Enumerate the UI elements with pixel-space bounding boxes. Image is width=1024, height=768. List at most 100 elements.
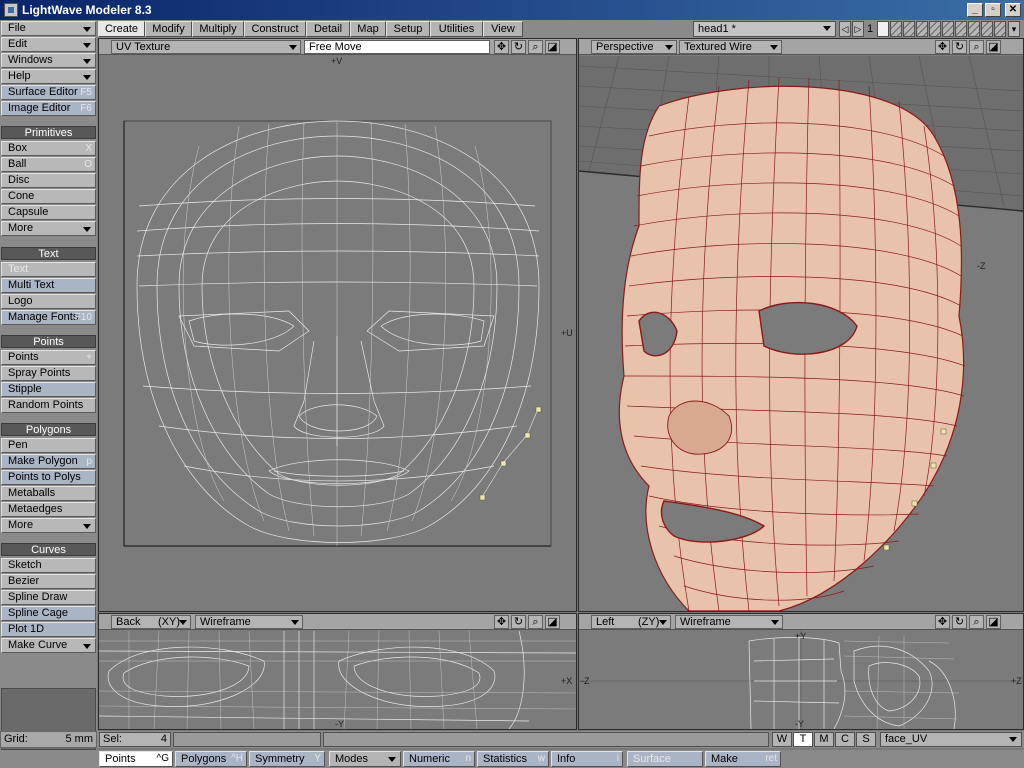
- layer-bank-button[interactable]: ▾: [1008, 21, 1020, 37]
- zoom-view-icon[interactable]: ⌕: [528, 615, 543, 629]
- vertex-map-select[interactable]: face_UV: [880, 732, 1022, 747]
- help-menu[interactable]: Help: [1, 69, 96, 84]
- minimize-button[interactable]: _: [967, 3, 983, 17]
- tab-create[interactable]: Create: [98, 21, 145, 37]
- spline-draw-tool[interactable]: Spline Draw: [1, 590, 96, 605]
- zoom-view-icon[interactable]: ⌕: [528, 40, 543, 54]
- plot-1d-tool[interactable]: Plot 1D: [1, 622, 96, 637]
- bezier-tool[interactable]: Bezier: [1, 574, 96, 589]
- windows-menu[interactable]: Windows: [1, 53, 96, 68]
- maximize-viewport-icon[interactable]: ◪: [545, 615, 560, 629]
- numeric-button[interactable]: Numeric n: [403, 751, 475, 767]
- spray-points-tool[interactable]: Spray Points: [1, 366, 96, 381]
- tab-detail[interactable]: Detail: [306, 21, 350, 37]
- maximize-viewport-icon[interactable]: ◪: [986, 40, 1001, 54]
- view-type-select[interactable]: Perspective: [591, 40, 677, 54]
- move-view-icon[interactable]: ✥: [935, 615, 950, 629]
- metaballs-tool[interactable]: Metaballs: [1, 486, 96, 501]
- maximize-viewport-icon[interactable]: ◪: [545, 40, 560, 54]
- layer-2-slot[interactable]: [890, 21, 902, 37]
- render-style-select[interactable]: Wireframe: [195, 615, 303, 629]
- manage-fonts-button[interactable]: Manage Fonts F10: [1, 310, 96, 325]
- statistics-button[interactable]: Statistics w: [477, 751, 549, 767]
- multi-text-tool[interactable]: Multi Text: [1, 278, 96, 293]
- symmetry-toggle[interactable]: Symmetry Y: [249, 751, 325, 767]
- make-curve-menu[interactable]: Make Curve: [1, 638, 96, 653]
- viewport-type-select[interactable]: UV Texture: [111, 40, 301, 54]
- modes-menu[interactable]: Modes: [329, 751, 401, 767]
- layer-5-slot[interactable]: [929, 21, 941, 37]
- layer-8-slot[interactable]: [968, 21, 980, 37]
- make-button[interactable]: Make ret: [705, 751, 781, 767]
- render-style-select[interactable]: Wireframe: [675, 615, 783, 629]
- back-viewport[interactable]: Back (XY) Wireframe ✥ ↻ ⌕ ◪ +X -Y: [98, 613, 577, 730]
- tab-multiply[interactable]: Multiply: [192, 21, 244, 37]
- layer-7-slot[interactable]: [955, 21, 967, 37]
- rotate-view-icon[interactable]: ↻: [952, 615, 967, 629]
- tab-utilities[interactable]: Utilities: [430, 21, 483, 37]
- layer-1-slot[interactable]: [877, 21, 889, 37]
- polygons-mode-button[interactable]: Polygons ^H: [175, 751, 247, 767]
- uv-texture-viewport[interactable]: UV Texture Free Move ✥ ↻ ⌕ ◪ +V +U: [98, 38, 577, 612]
- edit-menu[interactable]: Edit: [1, 37, 96, 52]
- left-canvas[interactable]: -Z +Z +Y -Y: [579, 631, 1023, 729]
- image-editor-button[interactable]: Image Editor F6: [1, 101, 96, 116]
- render-style-select[interactable]: Textured Wire: [679, 40, 782, 54]
- points-tool[interactable]: Points +: [1, 350, 96, 365]
- capsule-tool[interactable]: Capsule: [1, 205, 96, 220]
- move-view-icon[interactable]: ✥: [494, 615, 509, 629]
- pen-tool[interactable]: Pen: [1, 438, 96, 453]
- next-layer-button[interactable]: ▷: [852, 21, 864, 37]
- uv-canvas[interactable]: +V +U: [99, 56, 576, 611]
- cone-tool[interactable]: Cone: [1, 189, 96, 204]
- surface-button[interactable]: Surface: [627, 751, 703, 767]
- close-button[interactable]: ✕: [1005, 3, 1021, 17]
- rotate-view-icon[interactable]: ↻: [511, 40, 526, 54]
- file-menu[interactable]: File: [1, 21, 96, 36]
- layer-4-slot[interactable]: [916, 21, 928, 37]
- text-tool[interactable]: Text: [1, 262, 96, 277]
- prev-layer-button[interactable]: ◁: [839, 21, 851, 37]
- polygons-more-menu[interactable]: More: [1, 518, 96, 533]
- disc-tool[interactable]: Disc: [1, 173, 96, 188]
- logo-tool[interactable]: Logo: [1, 294, 96, 309]
- tab-map[interactable]: Map: [350, 21, 386, 37]
- zoom-view-icon[interactable]: ⌕: [969, 40, 984, 54]
- texture-map-button[interactable]: T: [793, 732, 813, 747]
- view-type-select[interactable]: Left (ZY): [591, 615, 671, 629]
- tab-setup[interactable]: Setup: [386, 21, 430, 37]
- layer-10-slot[interactable]: [994, 21, 1006, 37]
- back-canvas[interactable]: +X -Y: [99, 630, 576, 729]
- ball-tool[interactable]: Ball O: [1, 157, 96, 172]
- stipple-tool[interactable]: Stipple: [1, 382, 96, 397]
- maximize-viewport-icon[interactable]: ◪: [986, 615, 1001, 629]
- spline-cage-tool[interactable]: Spline Cage: [1, 606, 96, 621]
- tab-modify[interactable]: Modify: [145, 21, 192, 37]
- rotate-view-icon[interactable]: ↻: [952, 40, 967, 54]
- color-map-button[interactable]: C: [835, 732, 855, 747]
- surface-editor-button[interactable]: Surface Editor F5: [1, 85, 96, 100]
- sketch-tool[interactable]: Sketch: [1, 558, 96, 573]
- points-mode-button[interactable]: Points ^G: [99, 751, 173, 767]
- box-tool[interactable]: Box X: [1, 141, 96, 156]
- perspective-viewport[interactable]: Perspective Textured Wire ✥ ↻ ⌕ ◪ -Z: [578, 38, 1024, 612]
- left-viewport[interactable]: Left (ZY) Wireframe ✥ ↻ ⌕ ◪ -Z +Z +Y -Y: [578, 613, 1024, 730]
- layer-3-slot[interactable]: [903, 21, 915, 37]
- morph-map-button[interactable]: M: [814, 732, 834, 747]
- zoom-view-icon[interactable]: ⌕: [969, 615, 984, 629]
- move-view-icon[interactable]: ✥: [494, 40, 509, 54]
- layer-6-slot[interactable]: [942, 21, 954, 37]
- selection-set-button[interactable]: S: [856, 732, 876, 747]
- move-view-icon[interactable]: ✥: [935, 40, 950, 54]
- random-points-tool[interactable]: Random Points: [1, 398, 96, 413]
- tab-view[interactable]: View: [483, 21, 523, 37]
- metaedges-tool[interactable]: Metaedges: [1, 502, 96, 517]
- object-selector[interactable]: head1 *: [693, 21, 836, 37]
- primitives-more-menu[interactable]: More: [1, 221, 96, 236]
- make-polygon-button[interactable]: Make Polygon p: [1, 454, 96, 469]
- layer-9-slot[interactable]: [981, 21, 993, 37]
- weight-map-button[interactable]: W: [772, 732, 792, 747]
- view-type-select[interactable]: Back (XY): [111, 615, 191, 629]
- info-button[interactable]: Info i: [551, 751, 623, 767]
- points-to-polys-button[interactable]: Points to Polys: [1, 470, 96, 485]
